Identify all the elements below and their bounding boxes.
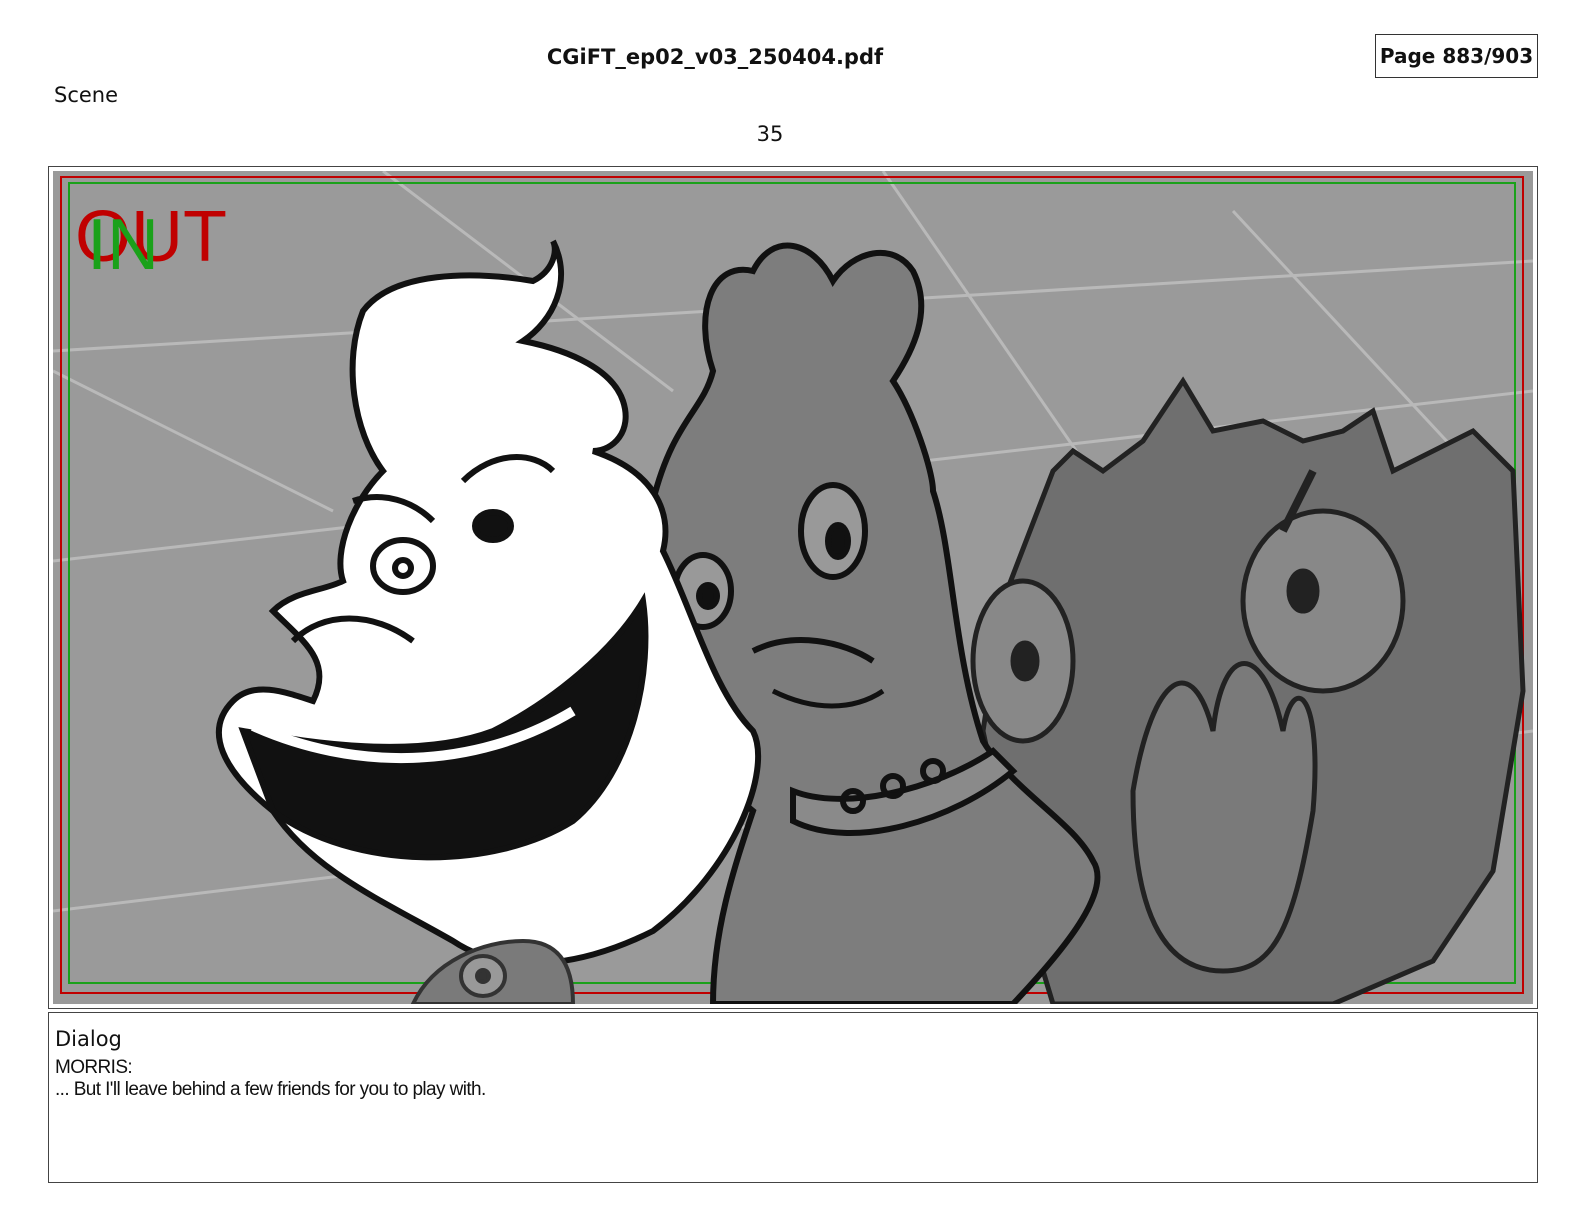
scene-label: Scene	[54, 83, 119, 107]
dialog-speaker: MORRIS:	[55, 1057, 133, 1078]
storyboard-drawing	[53, 171, 1533, 1004]
document-title: CGiFT_ep02_v03_250404.pdf	[546, 45, 884, 69]
dialog-label: Dialog	[55, 1027, 122, 1051]
in-marker: IN	[87, 205, 159, 285]
storyboard-panel: OUT IN	[48, 166, 1538, 1009]
page-indicator: Page 883/903	[1375, 34, 1538, 78]
scene-number: 35	[756, 122, 784, 146]
dialog-line: ... But I'll leave behind a few friends …	[55, 1079, 486, 1100]
dialog-box: Dialog MORRIS: ... But I'll leave behind…	[48, 1012, 1538, 1183]
in-out-marker: OUT IN	[75, 197, 275, 285]
